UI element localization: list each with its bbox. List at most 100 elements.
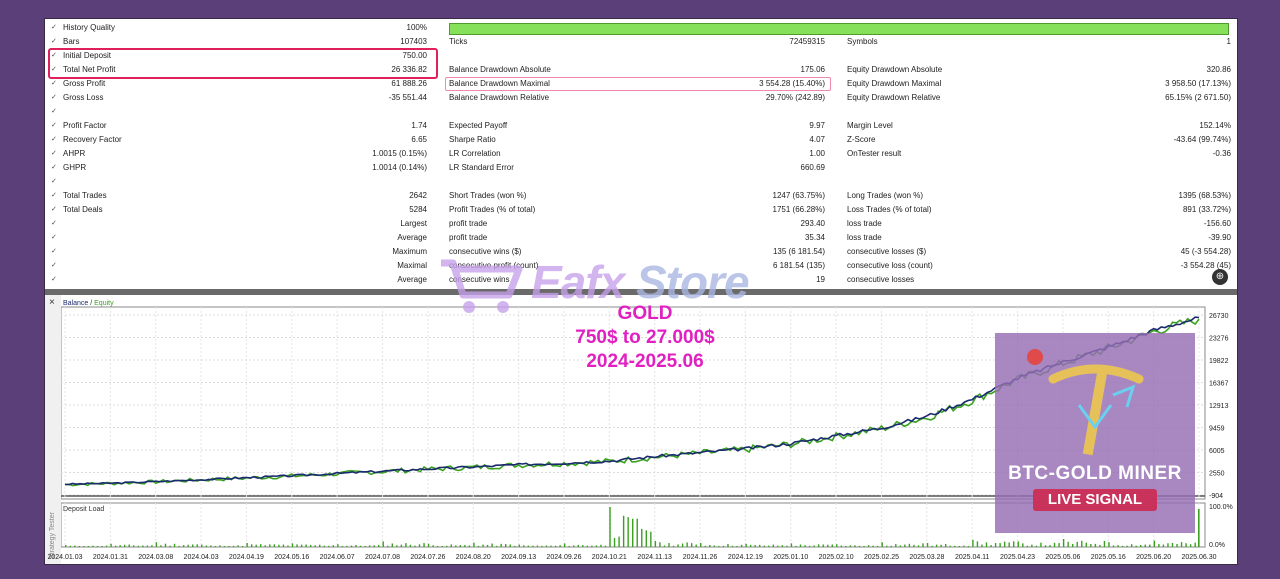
row-check-icon[interactable]: ✓: [51, 175, 59, 189]
legend-balance: Balance: [63, 300, 88, 307]
row-check-icon[interactable]: ✓: [51, 273, 59, 287]
deposit-load-bar: [309, 544, 312, 547]
deposit-load-bar: [400, 544, 403, 547]
deposit-load-bar: [214, 545, 217, 547]
deposit-load-bar: [87, 546, 90, 547]
row-check-icon[interactable]: ✓: [51, 259, 59, 273]
row-check-icon[interactable]: ✓: [51, 147, 59, 161]
deposit-load-bar: [468, 545, 471, 547]
deposit-load-bar: [1085, 542, 1087, 547]
report-label: Recovery Factor: [63, 135, 122, 144]
deposit-load-bar: [173, 543, 176, 547]
deposit-load-bar: [777, 545, 779, 547]
report-value: 1.0014 (0.14%): [372, 163, 427, 172]
report-value: 100%: [406, 23, 427, 32]
report-label: consecutive losses ($): [847, 247, 927, 256]
report-row: ✓ GHPR 1.0014 (0.14%) LR Standard Error 660.…: [45, 161, 1237, 175]
deposit-load-bar: [495, 545, 498, 547]
report-row: ✓ Bars 107403 Ticks 72459315 Symbols 1: [45, 35, 1237, 49]
deposit-load-bar: [205, 545, 208, 547]
row-check-icon[interactable]: ✓: [51, 189, 59, 203]
report-value: 1395 (68.53%): [1178, 191, 1231, 200]
y-tick-label: 6005: [1209, 448, 1225, 455]
deposit-load-bar: [749, 544, 752, 547]
close-icon[interactable]: ×: [49, 297, 55, 308]
x-tick-label: 2024.09.13: [501, 554, 536, 561]
x-tick-label: 2024.12.19: [728, 554, 763, 561]
deposit-load-bar: [201, 544, 203, 547]
report-value: Maximum: [392, 247, 427, 256]
row-check-icon[interactable]: ✓: [51, 35, 59, 49]
report-label: Equity Drawdown Maximal: [847, 79, 942, 88]
row-check-icon[interactable]: ✓: [51, 21, 59, 35]
deposit-load-bar: [976, 541, 979, 547]
deposit-load-bar: [500, 543, 502, 547]
row-check-icon[interactable]: ✓: [51, 231, 59, 245]
deposit-load-bar: [840, 545, 843, 547]
deposit-load-bar: [377, 544, 380, 547]
deposit-load-bar: [681, 543, 684, 547]
y-tick-label: 19822: [1209, 358, 1229, 365]
report-label: Equity Drawdown Absolute: [847, 65, 943, 74]
report-value: 175.06: [800, 65, 825, 74]
deposit-load-bar: [1176, 543, 1178, 547]
report-value: 72459315: [789, 37, 825, 46]
report-label: Profit Trades (% of total): [449, 205, 536, 214]
report-value: -43.64 (99.74%): [1173, 135, 1231, 144]
deposit-load-bar: [74, 545, 76, 547]
deposit-load-bar: [559, 545, 561, 547]
row-check-icon[interactable]: ✓: [51, 217, 59, 231]
deposit-load-bar: [486, 544, 489, 547]
deposit-load-bar: [618, 536, 620, 547]
deposit-load-bar: [341, 546, 344, 547]
deposit-load-bar: [790, 543, 793, 547]
row-check-icon[interactable]: ✓: [51, 245, 59, 259]
deposit-load-bar: [641, 528, 643, 547]
deposit-load-bar: [690, 543, 693, 547]
deposit-load-bar: [396, 545, 398, 547]
report-row: ✓ Recovery Factor 6.65 Sharpe Ratio 4.07 Z-Sc…: [45, 133, 1237, 147]
deposit-load-bar: [1194, 542, 1196, 547]
x-tick-label: 2024.04.03: [184, 554, 219, 561]
btc-gold-miner-badge: BTC-GOLD MINER LIVE SIGNAL: [995, 333, 1195, 533]
row-check-icon[interactable]: ✓: [51, 105, 59, 119]
deposit-load-bar: [573, 545, 575, 547]
deposit-load-bar: [872, 545, 874, 547]
x-tick-label: 2024.08.20: [456, 554, 491, 561]
report-label: History Quality: [63, 23, 116, 32]
report-row: ✓: [45, 105, 1237, 119]
row-check-icon[interactable]: ✓: [51, 77, 59, 91]
report-label: consecutive loss (count): [847, 261, 933, 270]
report-label: Total Deals: [63, 205, 103, 214]
deposit-load-bar: [954, 545, 956, 547]
row-check-icon[interactable]: ✓: [51, 161, 59, 175]
deposit-load-bar: [759, 544, 761, 547]
row-check-icon[interactable]: ✓: [51, 119, 59, 133]
deposit-load-bar: [827, 544, 829, 547]
report-label: Gross Loss: [63, 93, 104, 102]
row-check-icon[interactable]: ✓: [51, 203, 59, 217]
row-check-icon[interactable]: ✓: [51, 133, 59, 147]
deposit-load-bar: [509, 544, 511, 547]
deposit-load-bar: [1099, 544, 1101, 547]
y-tick-label: 2550: [1209, 471, 1225, 478]
deposit-load-bar: [296, 544, 298, 547]
row-check-icon[interactable]: ✓: [51, 91, 59, 105]
deposit-load-bar: [364, 546, 366, 547]
deposit-load-bar: [187, 544, 189, 547]
deposit-load-bar: [250, 544, 253, 547]
deposit-load-bar: [786, 545, 788, 547]
report-row: ✓: [45, 175, 1237, 189]
chart-title-period: 2024-2025.06: [586, 351, 704, 372]
report-value: 6.65: [411, 135, 427, 144]
deposit-load-bar: [745, 543, 747, 547]
zoom-button[interactable]: ⊕: [1212, 269, 1228, 285]
deposit-load-bar: [645, 530, 648, 547]
report-value: -39.90: [1208, 233, 1231, 242]
badge-title: BTC-GOLD MINER: [1008, 463, 1182, 484]
deposit-load-bar: [146, 545, 149, 547]
deposit-load-bar: [1013, 541, 1015, 547]
deposit-load-bar: [464, 545, 466, 547]
deposit-load-bar: [432, 545, 434, 547]
deposit-load-bar: [917, 545, 920, 547]
